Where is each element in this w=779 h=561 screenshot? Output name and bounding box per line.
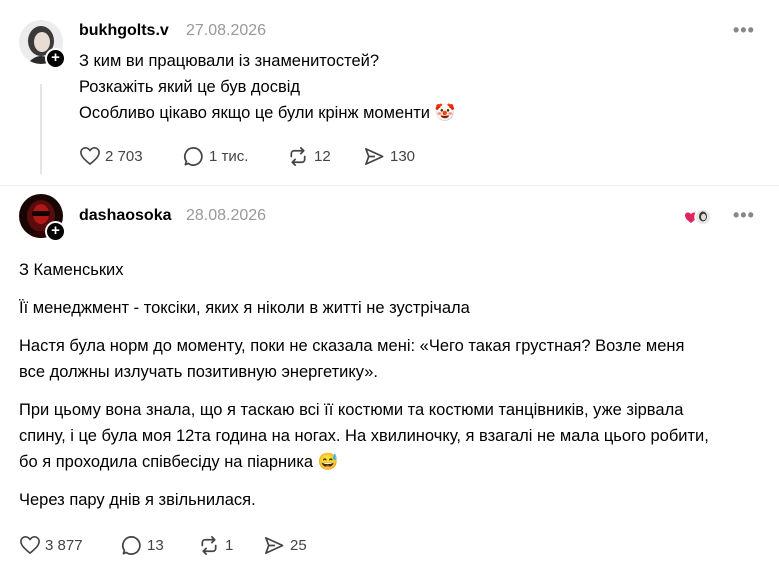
repost-count: 1 [225, 537, 234, 554]
comment-count: 13 [147, 537, 164, 554]
repost-button[interactable]: 1 [198, 535, 233, 556]
repost-button[interactable]: 12 [287, 146, 331, 167]
share-count: 130 [390, 148, 416, 165]
share-count: 25 [290, 537, 307, 554]
more-options-button[interactable]: ••• [733, 20, 755, 41]
follow-plus-button[interactable]: + [45, 221, 66, 242]
reply-paragraph: При цьому вона знала, що я таскаю всі її… [19, 401, 709, 471]
comment-icon [184, 147, 203, 166]
post-text-line: Особливо цікаво якщо це були крінж момен… [79, 104, 456, 122]
reply-paragraph: Її менеджмент - токсіки, яких я ніколи в… [19, 299, 470, 317]
liked-by-author-badge [684, 207, 712, 227]
like-button[interactable]: 3 877 [19, 535, 83, 555]
username[interactable]: dashaosoka [79, 207, 171, 225]
repost-count: 12 [314, 148, 331, 165]
reply-text: З Каменських Її менеджмент - токсіки, як… [19, 257, 709, 513]
more-options-button[interactable]: ••• [733, 205, 755, 226]
comment-button[interactable]: 1 тис. [183, 146, 248, 167]
like-button[interactable]: 2 703 [79, 146, 143, 166]
reply-paragraph: Через пару днів я звільнилася. [19, 491, 256, 509]
comment-button[interactable]: 13 [121, 535, 164, 556]
share-icon [265, 537, 284, 554]
like-count: 3 877 [45, 536, 83, 554]
post-text-line: З ким ви працювали із знаменитостей? [79, 52, 380, 70]
reply-paragraph: З Каменських [19, 261, 124, 279]
post-date: 28.08.2026 [186, 207, 267, 224]
share-button[interactable]: 25 [263, 535, 307, 556]
post-text-line: Розкажіть який це був досвід [79, 78, 301, 96]
repost-icon [290, 147, 306, 166]
thread-line [40, 84, 42, 174]
heart-badge-icon [685, 208, 712, 226]
share-button[interactable]: 130 [363, 146, 415, 167]
like-count: 2 703 [105, 147, 143, 165]
share-icon [365, 148, 384, 165]
reply-paragraph: Настя була норм до моменту, поки не сказ… [19, 337, 685, 381]
repost-icon [201, 536, 217, 555]
comment-count: 1 тис. [209, 148, 249, 165]
divider [0, 185, 779, 186]
post-date: 27.08.2026 [186, 22, 267, 39]
username[interactable]: bukhgolts.v [79, 22, 169, 40]
heart-icon [20, 536, 40, 554]
comment-icon [122, 536, 141, 555]
post-text: З ким ви працювали із знаменитостей? Роз… [79, 48, 739, 126]
follow-plus-button[interactable]: + [45, 48, 66, 69]
heart-icon [80, 147, 100, 165]
